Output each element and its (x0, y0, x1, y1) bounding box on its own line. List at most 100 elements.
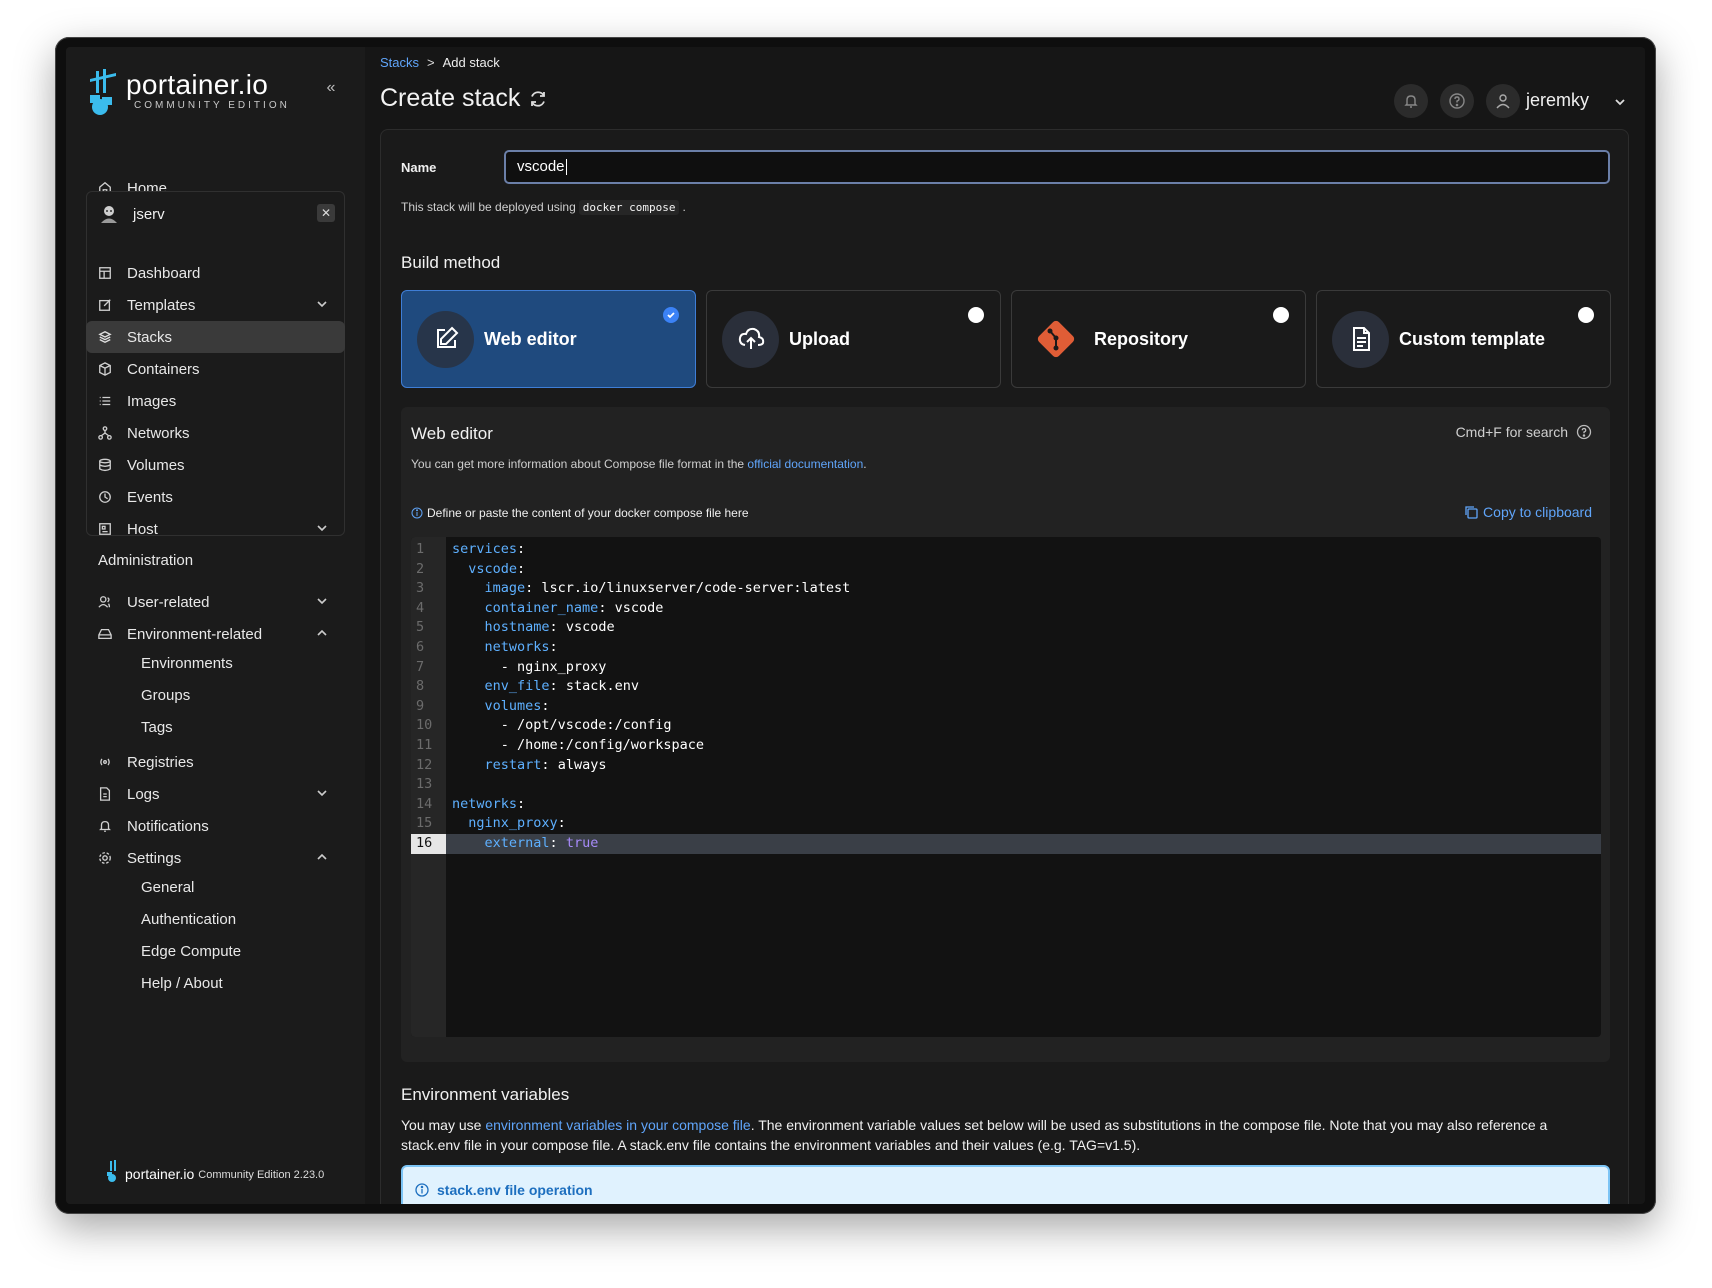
copy-to-clipboard-button[interactable]: Copy to clipboard (1464, 504, 1592, 520)
sidebar-item-dashboard[interactable]: Dashboard (86, 257, 345, 289)
sidebar-item-user-related[interactable]: User-related (86, 586, 345, 618)
stack-env-alert: stack.env file operation (401, 1165, 1610, 1204)
sidebar-item-stacks[interactable]: Stacks (86, 321, 345, 353)
chevron-down-icon (317, 525, 327, 532)
sidebar-item-environment-related[interactable]: Environment-related (86, 618, 345, 650)
line-number: 12 (416, 756, 433, 773)
code-text: networks: (452, 795, 526, 812)
sidebar-item-label: Volumes (127, 456, 185, 474)
user-icon (1496, 94, 1510, 109)
breadcrumb-stacks-link[interactable]: Stacks (380, 55, 419, 70)
sidebar-item-events[interactable]: Events (86, 481, 345, 513)
build-method-label: Upload (789, 328, 850, 349)
user-name[interactable]: jeremky (1526, 90, 1589, 111)
code-line[interactable]: 15 nginx_proxy: (411, 814, 1601, 834)
build-method-custom-template[interactable]: Custom template (1316, 290, 1611, 388)
environment-header: jserv (87, 198, 344, 230)
refresh-icon[interactable] (528, 89, 548, 109)
define-content-hint: Define or paste the content of your dock… (411, 506, 749, 520)
help-button[interactable] (1440, 84, 1474, 118)
server-icon (97, 521, 113, 537)
chevron-up-icon (317, 853, 327, 860)
code-line[interactable]: 14 networks: (411, 795, 1601, 815)
sidebar-item-settings[interactable]: Settings (86, 842, 345, 874)
page-title-text: Create stack (380, 84, 521, 112)
radio-unselected[interactable] (1273, 307, 1289, 323)
line-number: 7 (416, 658, 425, 675)
code-line[interactable]: 12 restart: always (411, 756, 1601, 776)
code-line[interactable]: 8 env_file: stack.env (411, 677, 1601, 697)
line-number: 16 (411, 834, 446, 854)
code-line[interactable]: 4 container_name: vscode (411, 599, 1601, 619)
gear-icon (97, 850, 113, 866)
line-number: 3 (416, 580, 425, 597)
code-text: restart: always (484, 756, 607, 773)
sidebar: portainer.io COMMUNITY EDITION « Home js… (66, 47, 365, 1204)
layers-icon (97, 329, 113, 345)
build-method-repository[interactable]: Repository (1011, 290, 1306, 388)
logo-name: portainer.io (126, 69, 269, 100)
sidebar-subitem-help-about[interactable]: Help / About (141, 970, 223, 998)
code-text: - /home:/config/workspace (452, 737, 704, 753)
sidebar-item-label: Notifications (127, 817, 209, 835)
code-text: - /opt/vscode:/config (452, 717, 672, 734)
sidebar-subitem-edge-compute[interactable]: Edge Compute (141, 938, 241, 966)
git-icon (1037, 320, 1074, 358)
official-documentation-link[interactable]: official documentation (747, 457, 863, 471)
web-editor-heading: Web editor (411, 424, 493, 443)
code-line[interactable]: 16 external: true (411, 834, 1601, 854)
sidebar-item-networks[interactable]: Networks (86, 417, 345, 449)
docker-compose-code: docker compose (578, 200, 680, 215)
sidebar-subitem-tags[interactable]: Tags (141, 714, 173, 742)
sidebar-item-label: Templates (127, 296, 196, 314)
sidebar-item-label: Events (127, 488, 173, 506)
editor-info-text: You can get more information about Compo… (411, 457, 867, 471)
environment-avatar-icon (101, 206, 117, 223)
code-line[interactable]: 11 - /home:/config/workspace (411, 736, 1601, 756)
code-line[interactable]: 2 vscode: (411, 560, 1601, 580)
chevron-down-icon[interactable] (1613, 95, 1627, 109)
code-line[interactable]: 6 networks: (411, 638, 1601, 658)
build-method-upload[interactable]: Upload (706, 290, 1001, 388)
sidebar-subitem-environments[interactable]: Environments (141, 650, 233, 678)
sidebar-subitem-groups[interactable]: Groups (141, 682, 190, 710)
help-circle-icon[interactable] (1576, 424, 1592, 440)
notifications-button[interactable] (1394, 84, 1428, 118)
code-text: networks: (484, 639, 558, 655)
code-line[interactable]: 7 - nginx_proxy (411, 658, 1601, 678)
stack-name-input[interactable]: vscode (504, 150, 1610, 184)
name-label: Name (401, 160, 437, 175)
radio-unselected[interactable] (1578, 307, 1594, 323)
sidebar-item-images[interactable]: Images (86, 385, 345, 417)
deploy-note: This stack will be deployed using docker … (401, 200, 686, 215)
env-vars-compose-link[interactable]: environment variables in your compose fi… (485, 1117, 750, 1133)
close-environment-button[interactable]: ✕ (317, 204, 335, 222)
user-avatar[interactable] (1486, 84, 1520, 118)
radio-unselected[interactable] (968, 307, 984, 323)
radio-icon (97, 754, 113, 770)
code-line[interactable]: 3 image: lscr.io/linuxserver/code-server… (411, 579, 1601, 599)
code-line[interactable]: 1 services: (411, 540, 1601, 560)
code-line[interactable]: 9 volumes: (411, 697, 1601, 717)
code-text: external: true (484, 835, 599, 851)
code-line[interactable]: 13 (411, 775, 1601, 795)
sidebar-item-templates[interactable]: Templates (86, 289, 345, 321)
web-editor-section: Web editor Cmd+F for search You can get … (401, 407, 1610, 1062)
collapse-sidebar-button[interactable]: « (319, 76, 343, 100)
sidebar-item-label: Host (127, 520, 158, 538)
sidebar-item-registries[interactable]: Registries (86, 746, 345, 778)
build-method-web-editor[interactable]: Web editor (401, 290, 696, 388)
sidebar-subitem-authentication[interactable]: Authentication (141, 906, 236, 934)
portainer-logo[interactable]: portainer.io COMMUNITY EDITION (86, 67, 290, 115)
sidebar-item-notifications[interactable]: Notifications (86, 810, 345, 842)
sidebar-item-volumes[interactable]: Volumes (86, 449, 345, 481)
code-line[interactable]: 10 - /opt/vscode:/config (411, 716, 1601, 736)
line-number: 4 (416, 599, 425, 616)
sidebar-item-host[interactable]: Host (86, 513, 345, 545)
build-method-label: Repository (1094, 328, 1189, 349)
sidebar-item-logs[interactable]: Logs (86, 778, 345, 810)
sidebar-subitem-general[interactable]: General (141, 874, 194, 902)
code-editor[interactable]: 1 services: 2 vscode: 3 image: lscr.io/linu… (411, 537, 1601, 1037)
code-line[interactable]: 5 hostname: vscode (411, 618, 1601, 638)
sidebar-item-containers[interactable]: Containers (86, 353, 345, 385)
